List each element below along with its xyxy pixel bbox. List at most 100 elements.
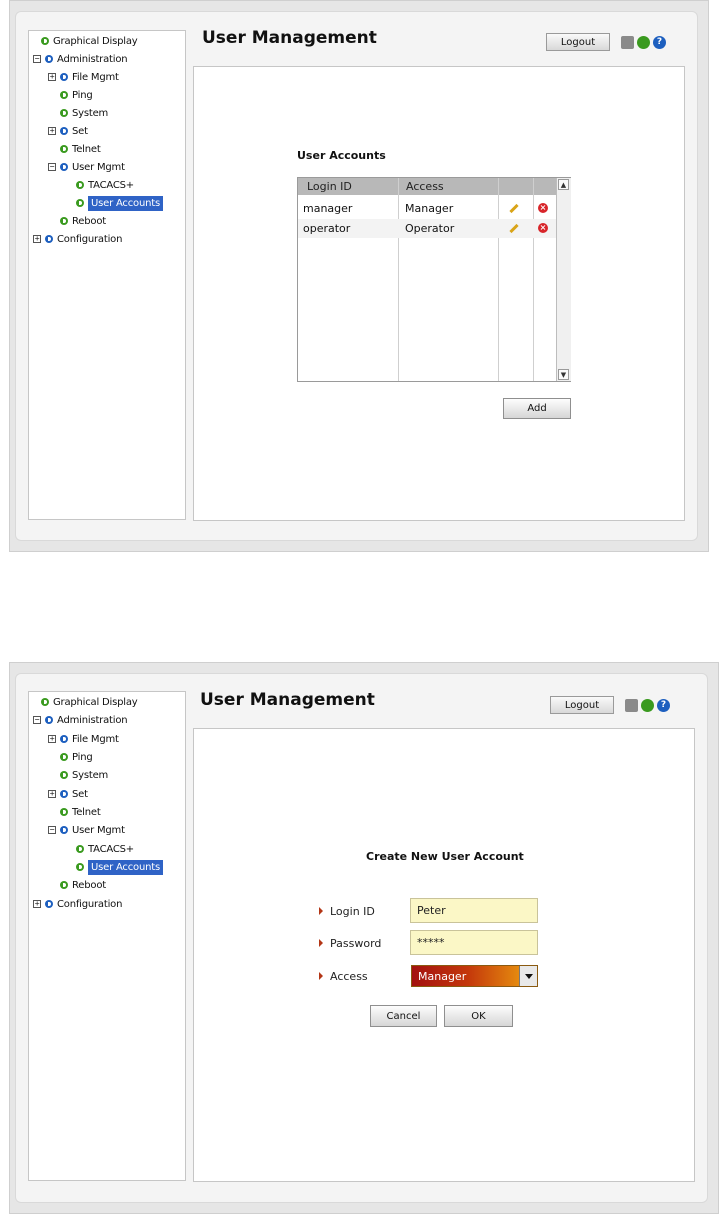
blue-node-icon bbox=[45, 55, 53, 63]
expand-icon[interactable]: + bbox=[33, 900, 41, 908]
user-accounts-table: Login ID Access manager Manager × operat… bbox=[297, 177, 571, 382]
logout-button[interactable]: Logout bbox=[550, 696, 614, 714]
access-label: Access bbox=[319, 969, 368, 983]
green-node-icon bbox=[60, 91, 68, 99]
login-id-field[interactable]: Peter bbox=[410, 898, 538, 923]
expand-icon[interactable]: + bbox=[48, 735, 56, 743]
user-accounts-screen: Graphical Display − Administration + Fil… bbox=[9, 0, 709, 552]
green-node-icon bbox=[60, 881, 68, 889]
scroll-up-arrow-icon[interactable]: ▲ bbox=[558, 179, 569, 190]
tree-item-reboot[interactable]: Reboot bbox=[60, 877, 106, 893]
access-select[interactable]: Manager bbox=[411, 965, 538, 987]
tree-item-ping[interactable]: Ping bbox=[60, 87, 93, 103]
tree-item-set[interactable]: + Set bbox=[48, 123, 88, 139]
cell-access: Manager bbox=[405, 201, 454, 215]
column-divider bbox=[499, 178, 534, 381]
navigation-tree: Graphical Display − Administration + Fil… bbox=[28, 30, 186, 520]
tree-item-label: Administration bbox=[57, 714, 128, 726]
password-label: Password bbox=[319, 936, 381, 950]
blue-node-icon bbox=[60, 163, 68, 171]
tree-item-telnet[interactable]: Telnet bbox=[60, 141, 101, 157]
bullet-arrow-icon bbox=[319, 907, 323, 915]
green-node-icon bbox=[60, 217, 68, 225]
refresh-icon[interactable] bbox=[637, 35, 650, 49]
blue-node-icon bbox=[45, 235, 53, 243]
tree-item-graphical-display[interactable]: Graphical Display bbox=[41, 33, 138, 49]
column-header-access[interactable]: Access bbox=[406, 178, 444, 195]
tree-item-ping[interactable]: Ping bbox=[60, 749, 93, 765]
tree-item-file-mgmt[interactable]: + File Mgmt bbox=[48, 731, 119, 747]
tree-item-user-mgmt[interactable]: − User Mgmt bbox=[48, 822, 125, 838]
green-node-icon bbox=[76, 199, 84, 207]
tree-item-administration[interactable]: − Administration bbox=[33, 51, 128, 67]
green-node-icon bbox=[60, 771, 68, 779]
vertical-scrollbar[interactable]: ▲ ▼ bbox=[556, 178, 571, 381]
main-content: Create New User Account Login ID Peter P… bbox=[193, 728, 695, 1182]
navigation-tree: Graphical Display − Administration + Fil… bbox=[28, 691, 186, 1181]
save-icon[interactable] bbox=[621, 35, 634, 49]
app-window: Graphical Display − Administration + Fil… bbox=[15, 11, 698, 541]
blue-node-icon bbox=[60, 790, 68, 798]
tree-item-label: Telnet bbox=[72, 143, 101, 155]
tree-item-user-mgmt[interactable]: − User Mgmt bbox=[48, 159, 125, 175]
expand-icon[interactable]: + bbox=[48, 127, 56, 135]
green-node-icon bbox=[60, 109, 68, 117]
dropdown-arrow-icon[interactable] bbox=[519, 966, 537, 986]
tree-item-user-accounts[interactable]: User Accounts bbox=[76, 859, 163, 875]
tree-item-label: TACACS+ bbox=[88, 179, 134, 191]
green-node-icon bbox=[41, 698, 49, 706]
save-icon[interactable] bbox=[625, 698, 638, 712]
tree-item-label: TACACS+ bbox=[88, 843, 134, 855]
create-user-screen: Graphical Display − Administration + Fil… bbox=[9, 662, 719, 1214]
tree-item-tacacs[interactable]: TACACS+ bbox=[76, 177, 134, 193]
section-title: User Accounts bbox=[297, 149, 386, 162]
field-label: Access bbox=[330, 969, 368, 983]
password-field[interactable]: ***** bbox=[410, 930, 538, 955]
tree-item-configuration[interactable]: + Configuration bbox=[33, 896, 122, 912]
login-id-label: Login ID bbox=[319, 904, 375, 918]
expand-icon[interactable]: + bbox=[48, 790, 56, 798]
collapse-icon[interactable]: − bbox=[48, 826, 56, 834]
collapse-icon[interactable]: − bbox=[48, 163, 56, 171]
help-icon[interactable]: ? bbox=[657, 698, 670, 712]
tree-item-label: Graphical Display bbox=[53, 35, 138, 47]
bullet-arrow-icon bbox=[319, 939, 323, 947]
tree-item-graphical-display[interactable]: Graphical Display bbox=[41, 694, 138, 710]
tree-item-label: Set bbox=[72, 788, 88, 800]
tree-item-label-selected: User Accounts bbox=[88, 195, 163, 211]
tree-item-configuration[interactable]: + Configuration bbox=[33, 231, 122, 247]
add-button[interactable]: Add bbox=[503, 398, 571, 419]
green-node-icon bbox=[76, 181, 84, 189]
refresh-icon[interactable] bbox=[641, 698, 654, 712]
blue-node-icon bbox=[60, 73, 68, 81]
green-node-icon bbox=[60, 753, 68, 761]
delete-icon[interactable]: × bbox=[538, 203, 548, 213]
tree-item-set[interactable]: + Set bbox=[48, 786, 88, 802]
access-select-value: Manager bbox=[418, 969, 467, 983]
tree-item-system[interactable]: System bbox=[60, 105, 108, 121]
tree-item-reboot[interactable]: Reboot bbox=[60, 213, 106, 229]
ok-button[interactable]: OK bbox=[444, 1005, 513, 1027]
tree-item-tacacs[interactable]: TACACS+ bbox=[76, 841, 134, 857]
tree-item-label: System bbox=[72, 769, 109, 781]
tree-item-telnet[interactable]: Telnet bbox=[60, 804, 101, 820]
expand-icon[interactable]: + bbox=[48, 73, 56, 81]
tree-item-administration[interactable]: − Administration bbox=[33, 712, 128, 728]
tree-item-label: Reboot bbox=[72, 215, 106, 227]
tree-item-label: User Mgmt bbox=[72, 161, 125, 173]
delete-icon[interactable]: × bbox=[538, 223, 548, 233]
expand-icon[interactable]: + bbox=[33, 235, 41, 243]
tree-item-system[interactable]: System bbox=[60, 767, 108, 783]
logout-button[interactable]: Logout bbox=[546, 33, 610, 51]
collapse-icon[interactable]: − bbox=[33, 716, 41, 724]
green-node-icon bbox=[41, 37, 49, 45]
column-header-login-id[interactable]: Login ID bbox=[307, 178, 352, 195]
tree-item-file-mgmt[interactable]: + File Mgmt bbox=[48, 69, 119, 85]
bullet-arrow-icon bbox=[319, 972, 323, 980]
collapse-icon[interactable]: − bbox=[33, 55, 41, 63]
scroll-down-arrow-icon[interactable]: ▼ bbox=[558, 369, 569, 380]
tree-item-user-accounts[interactable]: User Accounts bbox=[76, 195, 163, 211]
help-icon[interactable]: ? bbox=[653, 35, 666, 49]
cancel-button[interactable]: Cancel bbox=[370, 1005, 437, 1027]
tree-item-label: Configuration bbox=[57, 898, 123, 910]
